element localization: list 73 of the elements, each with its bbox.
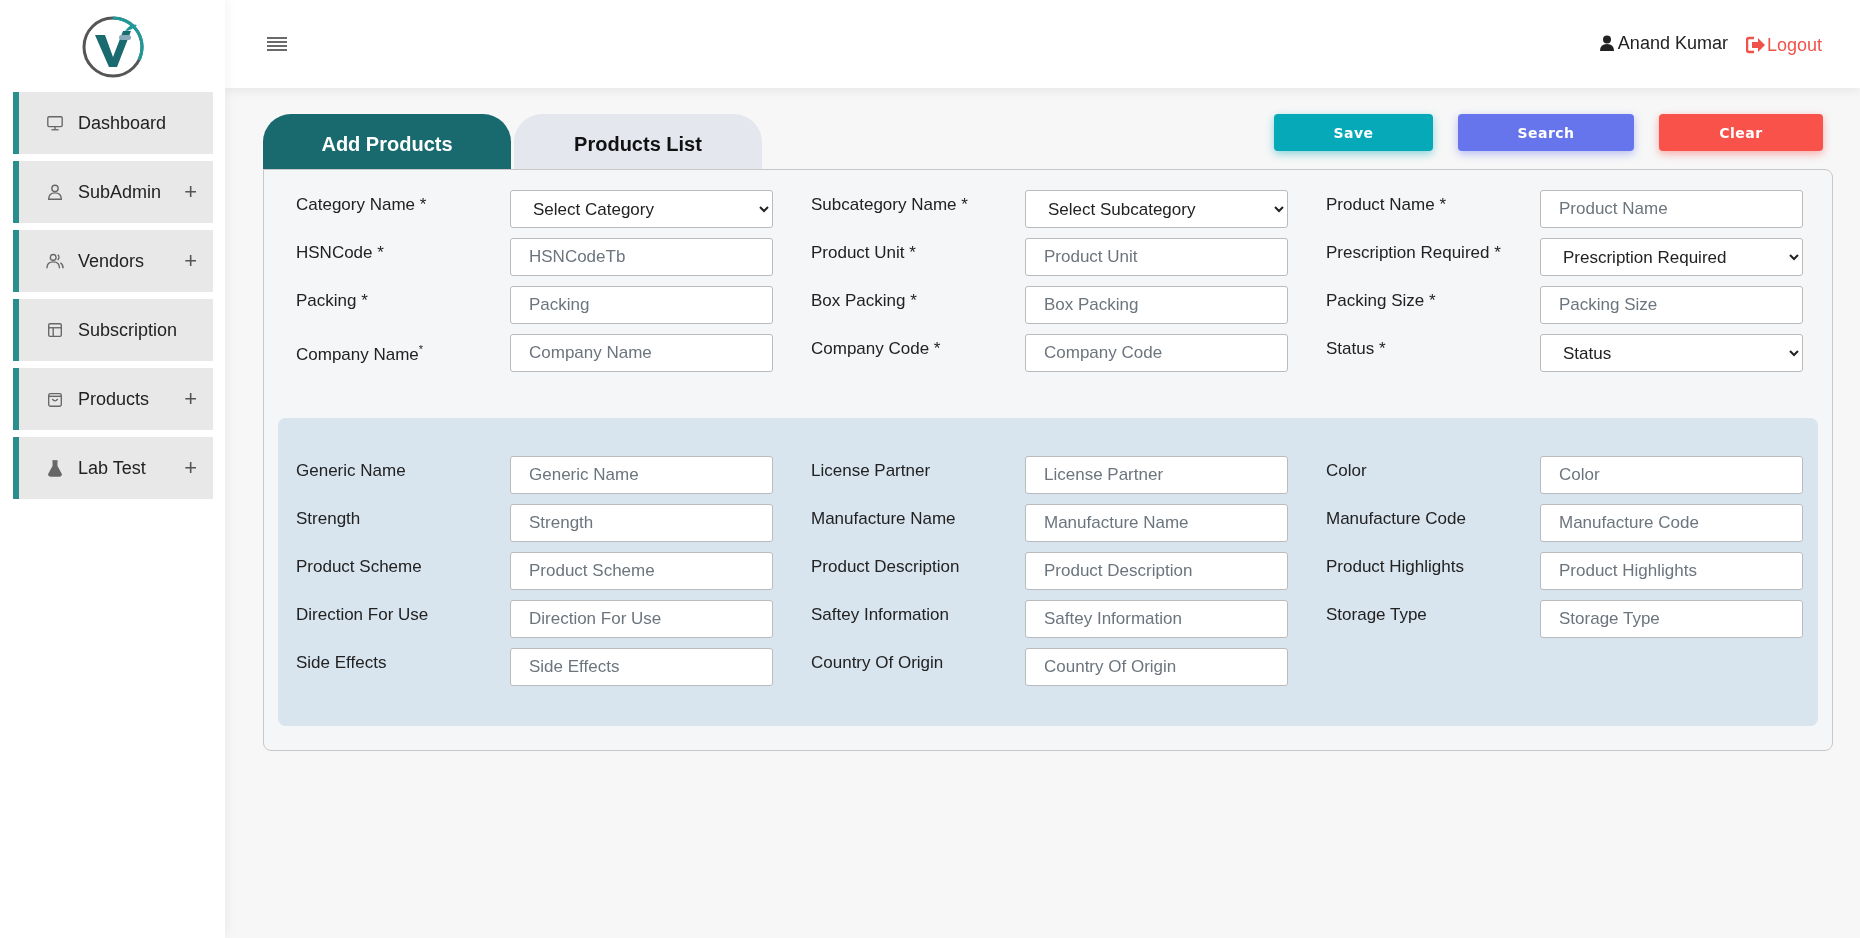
field-label: Direction For Use	[296, 604, 430, 625]
select-field[interactable]: Select Category	[510, 190, 773, 228]
input-field[interactable]: Company Code	[1025, 334, 1288, 372]
input-field[interactable]: Product Scheme	[510, 552, 773, 590]
field-label: Storage Type	[1326, 604, 1428, 625]
select-field[interactable]: Status	[1540, 334, 1803, 372]
user-name: Anand Kumar	[1617, 32, 1728, 54]
field-label: Product Name *	[1326, 194, 1447, 215]
field-label: Strength	[296, 508, 362, 529]
input-field[interactable]: License Partner	[1025, 456, 1288, 494]
user-icon	[1599, 35, 1614, 51]
input-field[interactable]: Product Highlights	[1540, 552, 1803, 590]
field-label: Packing *	[296, 290, 369, 311]
logo-icon	[80, 15, 145, 79]
select-field[interactable]: Select Subcategory	[1025, 190, 1288, 228]
field-label: Box Packing *	[811, 290, 918, 311]
field-label: Subcategory Name *	[811, 194, 969, 215]
input-field[interactable]: Side Effects	[510, 648, 773, 686]
field-label: Saftey Information	[811, 604, 950, 625]
sidebar-item[interactable]: Subscription	[13, 299, 213, 361]
field-label: Product Unit *	[811, 242, 917, 263]
field-label: Packing Size *	[1326, 290, 1437, 311]
field-label: Color	[1326, 460, 1368, 481]
search-button[interactable]: Search	[1458, 114, 1634, 151]
input-field[interactable]: Color	[1540, 456, 1803, 494]
bag-icon	[46, 390, 64, 408]
input-field[interactable]: HSNCodeTb	[510, 238, 773, 276]
user-icon	[46, 183, 64, 201]
field-label: Product Description	[811, 556, 961, 577]
input-field[interactable]: Strength	[510, 504, 773, 542]
field-label: Company Name$^{*}$	[296, 342, 425, 365]
input-field[interactable]: Product Unit	[1025, 238, 1288, 276]
logout-icon	[1745, 36, 1766, 54]
input-field[interactable]: Product Name	[1540, 190, 1803, 228]
field-label: Country Of Origin	[811, 652, 945, 673]
menu-icon[interactable]	[267, 36, 287, 52]
tab[interactable]: Add Products	[263, 114, 511, 169]
input-field[interactable]: Storage Type	[1540, 600, 1803, 638]
field-label: Product Highlights	[1326, 556, 1465, 577]
layout-icon	[46, 321, 64, 339]
sidebar-item[interactable]: Products +	[13, 368, 213, 430]
input-field[interactable]: Saftey Information	[1025, 600, 1288, 638]
input-field[interactable]: Manufacture Code	[1540, 504, 1803, 542]
field-label: Manufacture Name	[811, 508, 957, 529]
monitor-icon	[46, 114, 64, 132]
field-label: Company Code *	[811, 338, 942, 359]
field-label: Manufacture Code	[1326, 508, 1467, 529]
field-label: HSNCode *	[296, 242, 385, 263]
input-field[interactable]: Packing Size	[1540, 286, 1803, 324]
users-icon	[46, 252, 64, 270]
sidebar-item[interactable]: Dashboard	[13, 92, 213, 154]
field-label: Category Name *	[296, 194, 428, 215]
input-field[interactable]: Box Packing	[1025, 286, 1288, 324]
input-field[interactable]: Manufacture Name	[1025, 504, 1288, 542]
tab[interactable]: Products List	[514, 114, 762, 169]
field-label: License Partner	[811, 460, 932, 481]
input-field[interactable]: Company Name	[510, 334, 773, 372]
sidebar-item[interactable]: Vendors +	[13, 230, 213, 292]
field-label: Prescription Required *	[1326, 242, 1502, 263]
input-field[interactable]: Product Description	[1025, 552, 1288, 590]
input-field[interactable]: Generic Name	[510, 456, 773, 494]
logout-link[interactable]: Logout	[1745, 30, 1822, 56]
input-field[interactable]: Packing	[510, 286, 773, 324]
field-label: Product Scheme	[296, 556, 423, 577]
select-field[interactable]: Prescription Required	[1540, 238, 1803, 276]
field-label: Side Effects	[296, 652, 388, 673]
field-label: Status *	[1326, 338, 1387, 359]
field-label: Generic Name	[296, 460, 407, 481]
input-field[interactable]: Country Of Origin	[1025, 648, 1288, 686]
sidebar-item[interactable]: SubAdmin +	[13, 161, 213, 223]
sidebar-item[interactable]: Lab Test +	[13, 437, 213, 499]
input-field[interactable]: Direction For Use	[510, 600, 773, 638]
flask-icon	[46, 459, 64, 477]
